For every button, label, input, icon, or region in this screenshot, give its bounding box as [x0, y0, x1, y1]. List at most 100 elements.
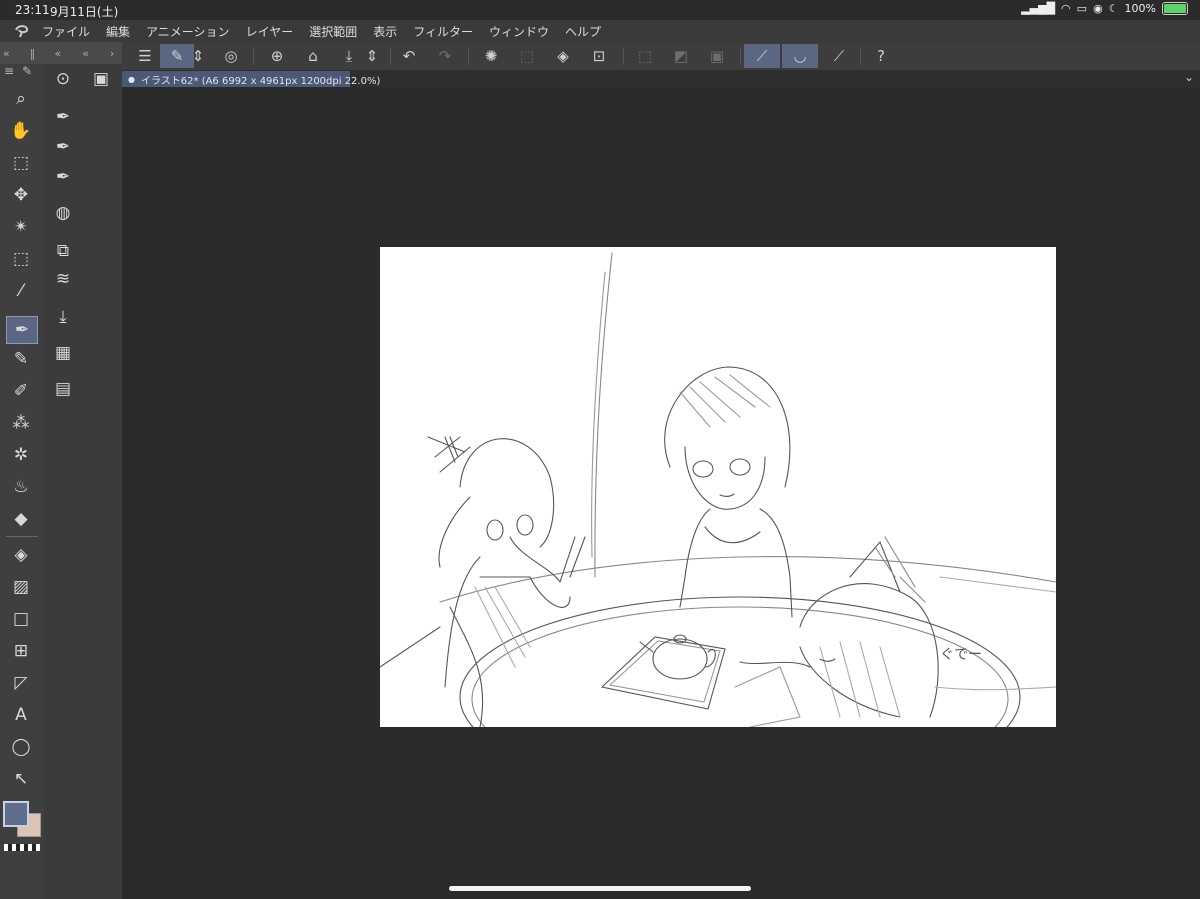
sketch-drawing: ぐでー — [379, 252, 1057, 798]
pencil-tool-icon[interactable]: ✎ — [6, 346, 36, 372]
expand-right-icon[interactable]: › — [110, 47, 114, 60]
sub-tool-icon[interactable]: ✒ — [48, 104, 78, 130]
selection-tool-icon[interactable]: ⬚ — [6, 246, 36, 272]
expand-selection-icon[interactable]: ▣ — [700, 44, 734, 68]
main-color-swatch[interactable] — [3, 801, 29, 827]
invert-selection-icon[interactable]: ◩ — [664, 44, 698, 68]
layer-property-icon[interactable]: ▣ — [86, 66, 116, 92]
home-indicator[interactable] — [449, 886, 751, 891]
document-tab-label: イラスト62* (A6 6992 x 4961px 1200dpi 22.0%) — [140, 75, 381, 87]
tab-dot-icon: ● — [128, 74, 135, 84]
frame-tool-icon[interactable]: ⊞ — [6, 638, 36, 664]
gradient-tool-icon[interactable]: ▨ — [6, 574, 36, 600]
menu-help[interactable]: ヘルプ — [565, 23, 601, 40]
toolbar-divider — [740, 47, 741, 65]
toolbar-divider — [860, 47, 861, 65]
save-icon[interactable]: ⤓ — [332, 44, 366, 68]
deselect-icon[interactable]: ⬚ — [628, 44, 662, 68]
document-tab[interactable]: ● イラスト62* (A6 6992 x 4961px 1200dpi 22.0… — [122, 71, 380, 87]
fill-icon[interactable]: ◈ — [546, 44, 580, 68]
toolbar-divider — [468, 47, 469, 65]
toolbar-divider — [623, 47, 624, 65]
mode-switch-icon[interactable]: ⇕ — [188, 44, 208, 68]
menu-layer[interactable]: レイヤー — [246, 23, 294, 40]
open-file-icon[interactable]: ⌂ — [296, 44, 330, 68]
toolbar-divider — [253, 47, 254, 65]
transparent-color-swatch[interactable] — [4, 844, 40, 851]
collapse-left-icon-2[interactable]: « — [55, 47, 62, 60]
correct-line-tool-icon[interactable]: ↖ — [6, 766, 36, 792]
blend-tool-icon[interactable]: ♨ — [6, 474, 36, 500]
help-icon[interactable]: ? — [864, 44, 898, 68]
battery-percent: 100% — [1124, 2, 1156, 15]
menu-view[interactable]: 表示 — [373, 23, 397, 40]
collapse-left-icon-3[interactable]: « — [82, 47, 89, 60]
sub-tool-column: « « › ⊙ ▣ ✒ ✒ ✒ ◍ ⧉ ≋ ⤓ ▦ ▤ — [44, 42, 122, 899]
material-icon[interactable]: ⧉ — [48, 238, 78, 264]
collapse-left-icon[interactable]: « — [3, 47, 10, 60]
chevron-down-icon[interactable]: ⌄ — [1184, 70, 1194, 84]
menu-animation[interactable]: アニメーション — [146, 23, 230, 40]
pen-tab-icon[interactable]: ✎ — [22, 64, 32, 80]
drawing-canvas[interactable]: ぐでー — [379, 247, 1057, 798]
move-tool-icon[interactable]: ✥ — [6, 182, 36, 208]
sub-tool-header: « « › — [44, 42, 122, 64]
eraser-tool-icon[interactable]: ◆ — [6, 506, 36, 532]
menu-filter[interactable]: フィルター — [413, 23, 473, 40]
timeline-icon[interactable]: ▤ — [48, 376, 78, 402]
figure-tool-icon[interactable]: □ — [6, 606, 36, 632]
color-wheel-icon[interactable]: ◍ — [48, 200, 78, 226]
snap-ruler-icon[interactable]: ⟋ — [744, 44, 780, 68]
pen-tool-icon[interactable]: ✒ — [6, 316, 38, 344]
settings-icon[interactable]: ◎ — [214, 44, 248, 68]
menu-selection[interactable]: 選択範囲 — [309, 23, 357, 40]
command-bar: ☰ ✎ ⇕ ◎ ⊕ ⌂ ⤓ ⇕ ↶ ↷ ✺ ⬚ ◈ ⊡ ⬚ ◩ ▣ ⟋ ◡ ⟋ … — [122, 42, 1200, 70]
pixel-grid-icon[interactable]: ▦ — [48, 340, 78, 366]
app-logo-icon[interactable] — [10, 20, 34, 42]
menu-lines-icon[interactable]: ≡ — [4, 64, 14, 80]
snap-grid-icon[interactable]: ⟋ — [822, 44, 856, 68]
loading-icon[interactable]: ✺ — [474, 44, 508, 68]
navigator-icon[interactable]: ⊙ — [48, 66, 78, 92]
brush-tool-icon[interactable]: ✐ — [6, 378, 36, 404]
transform-icon[interactable]: ⊡ — [582, 44, 616, 68]
menu-file[interactable]: ファイル — [42, 23, 90, 40]
status-right: ▂▄▆█ ◠ ▭ ◉ ☾ 100% — [1021, 2, 1188, 15]
menu-window[interactable]: ウィンドウ — [489, 23, 549, 40]
menu-icon[interactable]: ☰ — [128, 44, 162, 68]
battery-icon — [1162, 2, 1188, 15]
new-file-icon[interactable]: ⊕ — [260, 44, 294, 68]
menu-edit[interactable]: 編集 — [106, 23, 130, 40]
decoration-tool-icon[interactable]: ✲ — [6, 442, 36, 468]
undo-icon[interactable]: ↶ — [392, 44, 426, 68]
signal-icon: ▂▄▆█ — [1021, 2, 1056, 15]
object-tool-icon[interactable]: ⬚ — [6, 150, 36, 176]
document-tabbar: ● イラスト62* (A6 6992 x 4961px 1200dpi 22.0… — [122, 70, 1200, 87]
screen-icon: ▭ — [1076, 2, 1088, 15]
wifi-icon: ◠ — [1061, 2, 1071, 15]
menu-bar: ファイル 編集 アニメーション レイヤー 選択範囲 表示 フィルター ウィンドウ… — [0, 20, 1200, 42]
balloon-tool-icon[interactable]: ◯ — [6, 734, 36, 760]
ruler-tool-icon[interactable]: ◸ — [6, 670, 36, 696]
tool-palette-header: « ‖ — [0, 42, 44, 64]
zoom-tool-icon[interactable]: ⌕ — [6, 86, 36, 112]
clear-icon[interactable]: ⬚ — [510, 44, 544, 68]
snap-special-ruler-icon[interactable]: ◡ — [782, 44, 818, 68]
layer-icon[interactable]: ≋ — [48, 266, 78, 292]
brush-size-icon[interactable]: ✒ — [48, 164, 78, 190]
fill-tool-icon[interactable]: ◈ — [6, 542, 36, 568]
grip-icon[interactable]: ‖ — [30, 47, 36, 60]
moon-icon: ☾ — [1108, 2, 1119, 15]
eyedropper-icon[interactable]: ⁄ — [6, 278, 36, 304]
lock-rotation-icon: ◉ — [1093, 2, 1103, 15]
sketch-annotation-text: ぐでー — [940, 647, 982, 663]
magic-wand-icon[interactable]: ✴ — [6, 214, 36, 240]
import-icon[interactable]: ⤓ — [48, 304, 78, 330]
airbrush-tool-icon[interactable]: ⁂ — [6, 410, 36, 436]
status-bar: 23:11 9月11日(土) ▂▄▆█ ◠ ▭ ◉ ☾ 100% — [0, 0, 1200, 20]
redo-icon[interactable]: ↷ — [428, 44, 462, 68]
tool-property-icon[interactable]: ✒ — [48, 134, 78, 160]
hand-tool-icon[interactable]: ✋ — [6, 118, 36, 144]
text-tool-icon[interactable]: A — [6, 702, 36, 728]
save-options-icon[interactable]: ⇕ — [362, 44, 382, 68]
